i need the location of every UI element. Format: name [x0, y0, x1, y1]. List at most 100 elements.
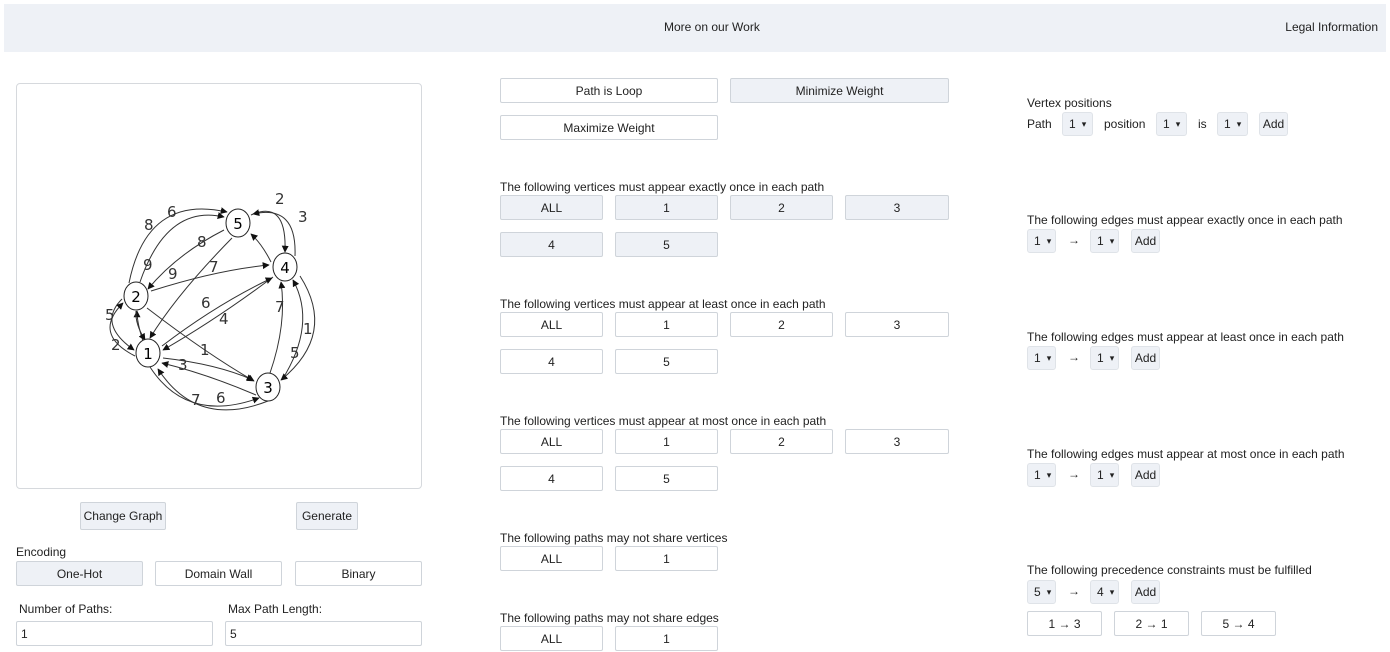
atleast-vertex-2-button[interactable]: 2 — [730, 312, 833, 337]
generate-button[interactable]: Generate — [296, 502, 358, 530]
edges-atleast-to-select[interactable]: 1 ▾ — [1090, 346, 1119, 370]
position-select[interactable]: 1 ▾ — [1156, 112, 1187, 136]
edge-label: 6 — [216, 389, 226, 407]
edges-exactly-label: The following edges must appear exactly … — [1027, 213, 1343, 227]
atmost-all-button[interactable]: ALL — [500, 429, 603, 454]
chevron-down-icon: ▾ — [1109, 469, 1115, 480]
edge-label: 7 — [209, 258, 219, 276]
edges-atmost-from-select[interactable]: 1 ▾ — [1027, 463, 1056, 487]
vertex-2: 2 — [123, 281, 149, 311]
maximize-weight-button[interactable]: Maximize Weight — [500, 115, 718, 140]
chevron-down-icon: ▾ — [1046, 586, 1052, 597]
atleast-vertex-5-button[interactable]: 5 — [615, 349, 718, 374]
edge-label: 4 — [219, 310, 229, 328]
exactly-vertex-3-button[interactable]: 3 — [845, 195, 949, 220]
add-vertex-position-button[interactable]: Add — [1259, 112, 1288, 136]
exactly-vertex-4-button[interactable]: 4 — [500, 232, 603, 257]
add-edge-atleast-button[interactable]: Add — [1131, 346, 1160, 370]
chevron-down-icon: ▾ — [1081, 118, 1087, 129]
svg-text:2: 2 — [131, 288, 141, 306]
edges-atleast-from-select[interactable]: 1 ▾ — [1027, 346, 1056, 370]
edge-3-4 — [281, 279, 304, 381]
edges-exactly-from-select[interactable]: 1 ▾ — [1027, 229, 1056, 253]
share-vertices-all-button[interactable]: ALL — [500, 546, 603, 571]
encoding-binary-button[interactable]: Binary — [295, 561, 422, 586]
encoding-domain-wall-button[interactable]: Domain Wall — [155, 561, 282, 586]
nav-more-on-our-work[interactable]: More on our Work — [664, 20, 760, 34]
edge-label: 5 — [105, 306, 115, 324]
edges-atmost-to-select[interactable]: 1 ▾ — [1090, 463, 1119, 487]
edge-4-5b — [250, 233, 272, 263]
atmost-vertex-2-button[interactable]: 2 — [730, 429, 833, 454]
atmost-vertex-5-button[interactable]: 5 — [615, 466, 718, 491]
chevron-down-icon: ▾ — [1046, 469, 1052, 480]
vertex-5: 5 — [225, 208, 251, 238]
change-graph-button[interactable]: Change Graph — [80, 502, 166, 530]
atleast-vertex-4-button[interactable]: 4 — [500, 349, 603, 374]
edges-exactly-to-select[interactable]: 1 ▾ — [1090, 229, 1119, 253]
svg-text:5: 5 — [233, 215, 243, 233]
add-precedence-button[interactable]: Add — [1131, 580, 1160, 604]
is-label: is — [1198, 117, 1207, 131]
share-edges-all-button[interactable]: ALL — [500, 626, 603, 651]
precedence-item[interactable]: 1 → 3 — [1027, 611, 1102, 636]
vertex-select[interactable]: 1 ▾ — [1217, 112, 1248, 136]
precedence-from-select[interactable]: 5 ▾ — [1027, 580, 1056, 604]
arrow-right-icon: → — [1068, 350, 1080, 364]
atmost-vertex-3-button[interactable]: 3 — [845, 429, 949, 454]
edges-at-least-label: The following edges must appear at least… — [1027, 330, 1344, 344]
exactly-vertex-5-button[interactable]: 5 — [615, 232, 718, 257]
edge-1-2b — [133, 310, 145, 345]
at-least-once-label: The following vertices must appear at le… — [500, 297, 826, 311]
edge-label: 3 — [298, 208, 308, 226]
exactly-once-label: The following vertices must appear exact… — [500, 180, 825, 194]
edge-1-3b — [149, 366, 260, 407]
edge-label: 5 — [290, 344, 300, 362]
arrow-right-icon: → — [1068, 467, 1080, 481]
arrow-right-icon: → — [1068, 233, 1080, 247]
atleast-vertex-1-button[interactable]: 1 — [615, 312, 718, 337]
graph-drawing: 8 6 2 3 8 9 7 6 4 1 3 7 6 7 5 1 5 2 9 1 … — [105, 190, 316, 411]
share-edges-path-1-button[interactable]: 1 — [615, 626, 718, 651]
edge-3-1b — [157, 368, 269, 411]
vertex-4: 4 — [272, 252, 298, 282]
encoding-one-hot-button[interactable]: One-Hot — [16, 561, 143, 586]
edge-1-4 — [161, 277, 273, 347]
edges-at-most-label: The following edges must appear at most … — [1027, 447, 1345, 461]
vertex-3: 3 — [255, 372, 281, 402]
nav-legal-information[interactable]: Legal Information — [1285, 20, 1378, 34]
edge-4-5 — [252, 209, 296, 257]
exactly-vertex-2-button[interactable]: 2 — [730, 195, 833, 220]
edge-label: 1 — [200, 341, 210, 359]
max-path-length-input[interactable]: 5 — [225, 621, 422, 646]
path-is-loop-button[interactable]: Path is Loop — [500, 78, 718, 103]
edge-label: 3 — [178, 356, 188, 374]
edge-label: 2 — [111, 336, 121, 354]
path-select[interactable]: 1 ▾ — [1062, 112, 1093, 136]
minimize-weight-button[interactable]: Minimize Weight — [730, 78, 949, 103]
at-most-once-label: The following vertices must appear at mo… — [500, 414, 827, 428]
top-navbar: More on our Work Legal Information — [4, 4, 1386, 52]
atleast-vertex-3-button[interactable]: 3 — [845, 312, 949, 337]
svg-text:1: 1 — [143, 345, 153, 363]
exactly-vertex-1-button[interactable]: 1 — [615, 195, 718, 220]
add-edge-exactly-button[interactable]: Add — [1131, 229, 1160, 253]
path-label: Path — [1027, 117, 1052, 131]
atmost-vertex-4-button[interactable]: 4 — [500, 466, 603, 491]
exactly-all-button[interactable]: ALL — [500, 195, 603, 220]
vertex-1: 1 — [135, 338, 161, 368]
graph-canvas[interactable]: 8 6 2 3 8 9 7 6 4 1 3 7 6 7 5 1 5 2 9 1 … — [16, 83, 422, 489]
chevron-down-icon: ▾ — [1109, 586, 1115, 597]
precedence-to-select[interactable]: 4 ▾ — [1090, 580, 1119, 604]
atleast-all-button[interactable]: ALL — [500, 312, 603, 337]
add-edge-atmost-button[interactable]: Add — [1131, 463, 1160, 487]
position-label: position — [1104, 117, 1146, 131]
precedence-item[interactable]: 5 → 4 — [1201, 611, 1276, 636]
chevron-down-icon: ▾ — [1175, 118, 1181, 129]
vertex-positions-label: Vertex positions — [1027, 96, 1112, 110]
number-of-paths-input[interactable]: 1 — [16, 621, 213, 646]
precedence-item[interactable]: 2 → 1 — [1114, 611, 1189, 636]
share-vertices-path-1-button[interactable]: 1 — [615, 546, 718, 571]
chevron-down-icon: ▾ — [1046, 352, 1052, 363]
atmost-vertex-1-button[interactable]: 1 — [615, 429, 718, 454]
